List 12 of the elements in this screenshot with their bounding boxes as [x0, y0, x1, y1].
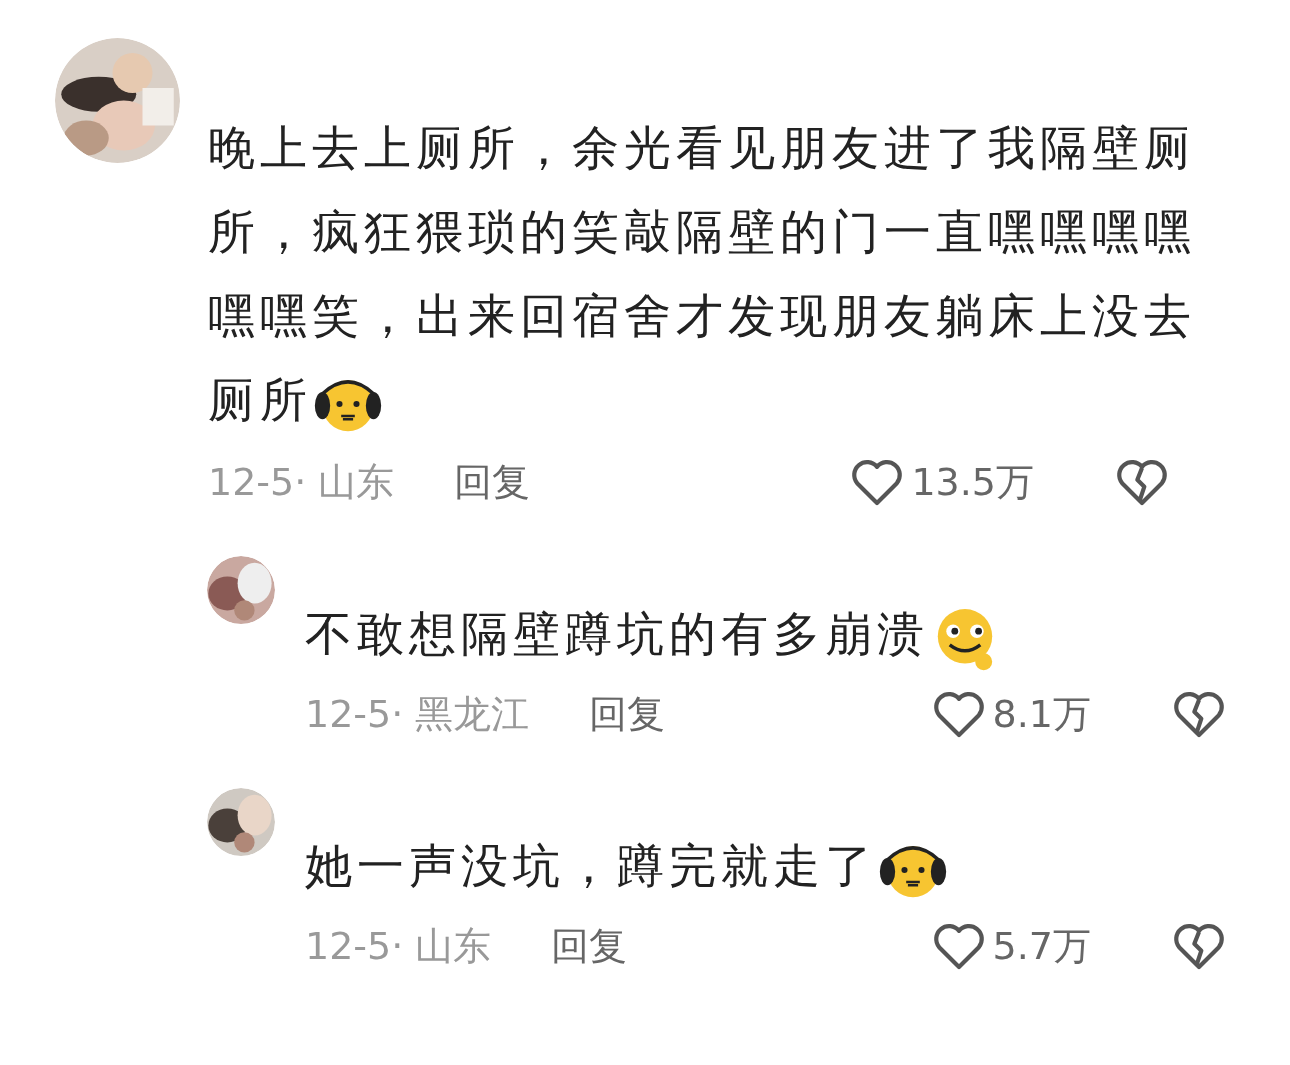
like-button[interactable]: 13.5万 — [849, 454, 1034, 510]
like-button[interactable]: 5.7万 — [930, 918, 1091, 974]
comment-date: 12-5· 山东 — [208, 458, 395, 506]
reply-button[interactable]: 回复 — [589, 688, 666, 740]
comment-text: 不敢想隔壁蹲坑的有多崩溃 — [305, 594, 1290, 674]
comment-text: 晚上去上厕所，余光看见朋友进了我隔壁厕所，疯狂猥琐的笑敲隔壁的门一直嘿嘿嘿嘿嘿嘿笑，出来回宿舍才发现朋友躺床上没去厕所 — [208, 106, 1208, 442]
comment-date: 12-5· 黑龙江 — [305, 690, 530, 738]
comment-date: 12-5· 山东 — [305, 922, 492, 970]
reply-button[interactable]: 回复 — [551, 920, 628, 972]
reply-button[interactable]: 回复 — [454, 456, 531, 508]
comment-text: 她一声没坑，蹲完就走了 — [305, 826, 1290, 906]
like-button[interactable]: 8.1万 — [930, 686, 1091, 742]
